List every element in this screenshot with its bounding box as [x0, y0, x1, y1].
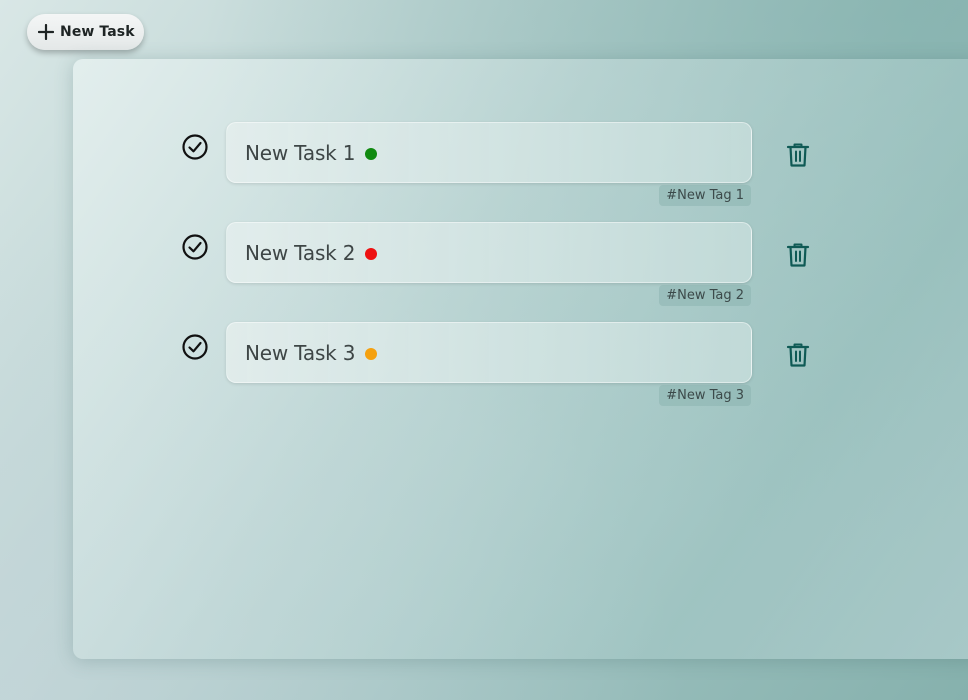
check-circle-icon[interactable] [181, 333, 209, 361]
priority-dot [365, 147, 378, 160]
check-circle-icon[interactable] [181, 233, 209, 261]
check-circle-icon[interactable] [181, 133, 209, 161]
task-tag[interactable]: #New Tag 2 [659, 285, 751, 306]
task-title: New Task 2 [245, 240, 356, 265]
priority-dot [365, 347, 378, 360]
task-row: New Task 1 #New Tag 1 [73, 118, 968, 208]
new-task-label: New Task [60, 24, 135, 40]
plus-icon [38, 24, 54, 40]
task-title-field[interactable]: New Task 2 [226, 222, 752, 283]
task-title: New Task 1 [245, 140, 356, 165]
task-title-field[interactable]: New Task 3 [226, 322, 752, 383]
task-tag[interactable]: #New Tag 3 [659, 385, 751, 406]
trash-icon[interactable] [786, 142, 810, 168]
trash-icon[interactable] [786, 242, 810, 268]
task-title: New Task 3 [245, 340, 356, 365]
task-title-field[interactable]: New Task 1 [226, 122, 752, 183]
new-task-button[interactable]: New Task [27, 14, 144, 50]
priority-dot [365, 247, 378, 260]
task-row: New Task 2 #New Tag 2 [73, 218, 968, 308]
task-row: New Task 3 #New Tag 3 [73, 318, 968, 408]
task-list-panel: New Task 1 #New Tag 1 New Task 2 #New Ta… [73, 59, 968, 659]
trash-icon[interactable] [786, 342, 810, 368]
task-tag[interactable]: #New Tag 1 [659, 185, 751, 206]
